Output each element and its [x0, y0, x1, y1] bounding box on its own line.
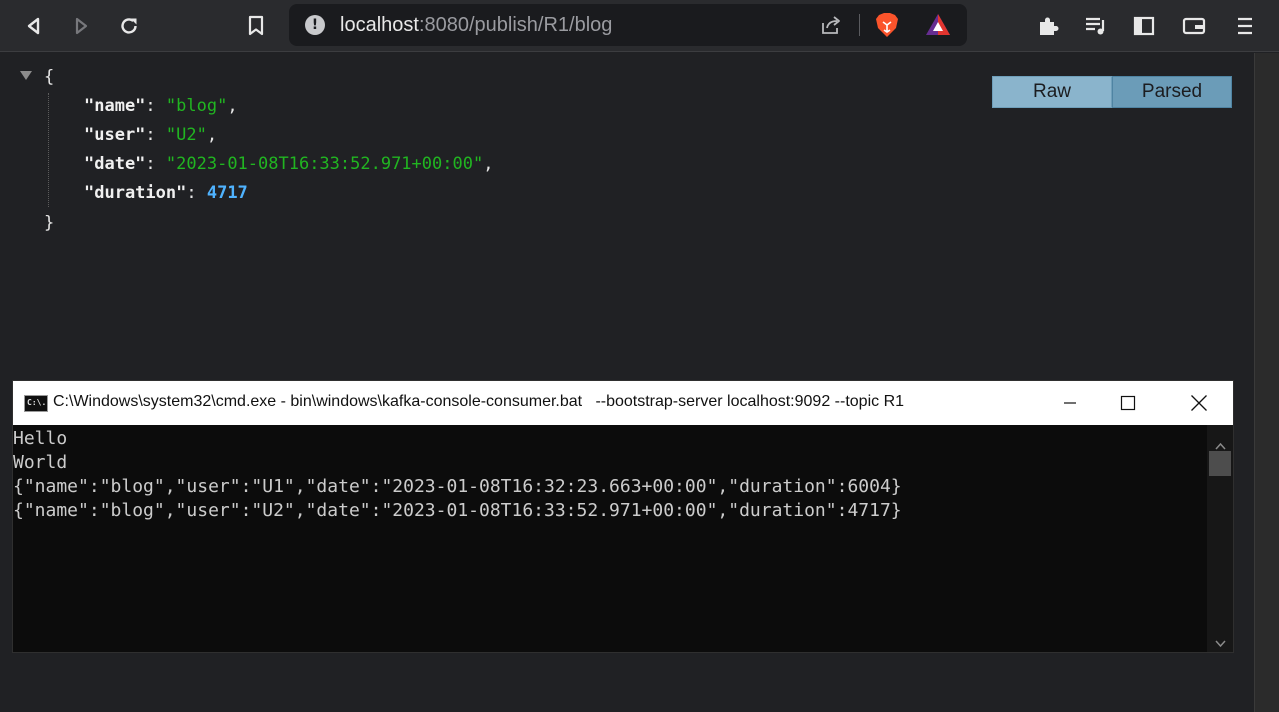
cmd-window: C:\. C:\Windows\system32\cmd.exe - bin\w… [12, 380, 1234, 653]
page-scrollbar[interactable] [1254, 53, 1279, 712]
json-indent-guide [48, 93, 49, 207]
view-mode-toggle: Raw Parsed [992, 76, 1232, 108]
url-host: localhost [340, 14, 419, 36]
browser-toolbar: ! localhost:8080/publish/R1/blog [0, 0, 1279, 52]
sidebar-icon[interactable] [1128, 10, 1160, 42]
cmd-output-line: World [13, 452, 68, 473]
json-field-name: "name": "blog", [84, 96, 238, 116]
brave-shields-icon[interactable] [875, 12, 899, 42]
url-text[interactable]: localhost:8080/publish/R1/blog [340, 14, 612, 37]
collapse-toggle-icon[interactable] [20, 71, 32, 80]
cmd-output[interactable]: Hello World {"name":"blog","user":"U1","… [13, 425, 1207, 652]
forward-icon[interactable] [65, 10, 97, 42]
parsed-button[interactable]: Parsed [1112, 76, 1232, 108]
cmd-output-line: {"name":"blog","user":"U2","date":"2023-… [13, 500, 902, 521]
menu-icon[interactable] [1229, 10, 1261, 42]
share-icon[interactable] [819, 14, 843, 40]
cmd-app-icon[interactable]: C:\. [24, 395, 48, 412]
json-field-date: "date": "2023-01-08T16:33:52.971+00:00", [84, 154, 494, 174]
minimize-icon[interactable] [1047, 385, 1093, 421]
extensions-icon[interactable] [1032, 10, 1064, 42]
raw-button[interactable]: Raw [992, 76, 1112, 108]
scroll-down-arrow-icon[interactable] [1215, 633, 1226, 652]
playlist-icon[interactable] [1080, 10, 1112, 42]
json-field-user: "user": "U2", [84, 125, 218, 145]
back-icon[interactable] [18, 10, 50, 42]
cmd-scrollbar[interactable] [1207, 425, 1233, 652]
reload-icon[interactable] [113, 10, 145, 42]
scroll-thumb[interactable] [1209, 451, 1231, 476]
cmd-title-bar[interactable]: C:\. C:\Windows\system32\cmd.exe - bin\w… [13, 381, 1233, 425]
address-bar[interactable]: ! localhost:8080/publish/R1/blog [289, 4, 967, 46]
json-close-brace: } [44, 213, 55, 233]
close-icon[interactable] [1176, 385, 1222, 421]
address-bar-divider [859, 14, 860, 36]
site-info-icon[interactable]: ! [305, 15, 325, 35]
wallet-icon[interactable] [1178, 10, 1210, 42]
json-open-brace: { [44, 67, 55, 87]
cmd-window-title: C:\Windows\system32\cmd.exe - bin\window… [53, 393, 905, 410]
maximize-icon[interactable] [1105, 385, 1151, 421]
bookmark-icon[interactable] [240, 10, 272, 42]
cmd-output-line: Hello [13, 428, 68, 449]
brave-rewards-icon[interactable] [925, 13, 951, 41]
json-field-duration: "duration": 4717 [84, 183, 248, 203]
cmd-output-line: {"name":"blog","user":"U1","date":"2023-… [13, 476, 902, 497]
url-path: :8080/publish/R1/blog [418, 14, 613, 36]
